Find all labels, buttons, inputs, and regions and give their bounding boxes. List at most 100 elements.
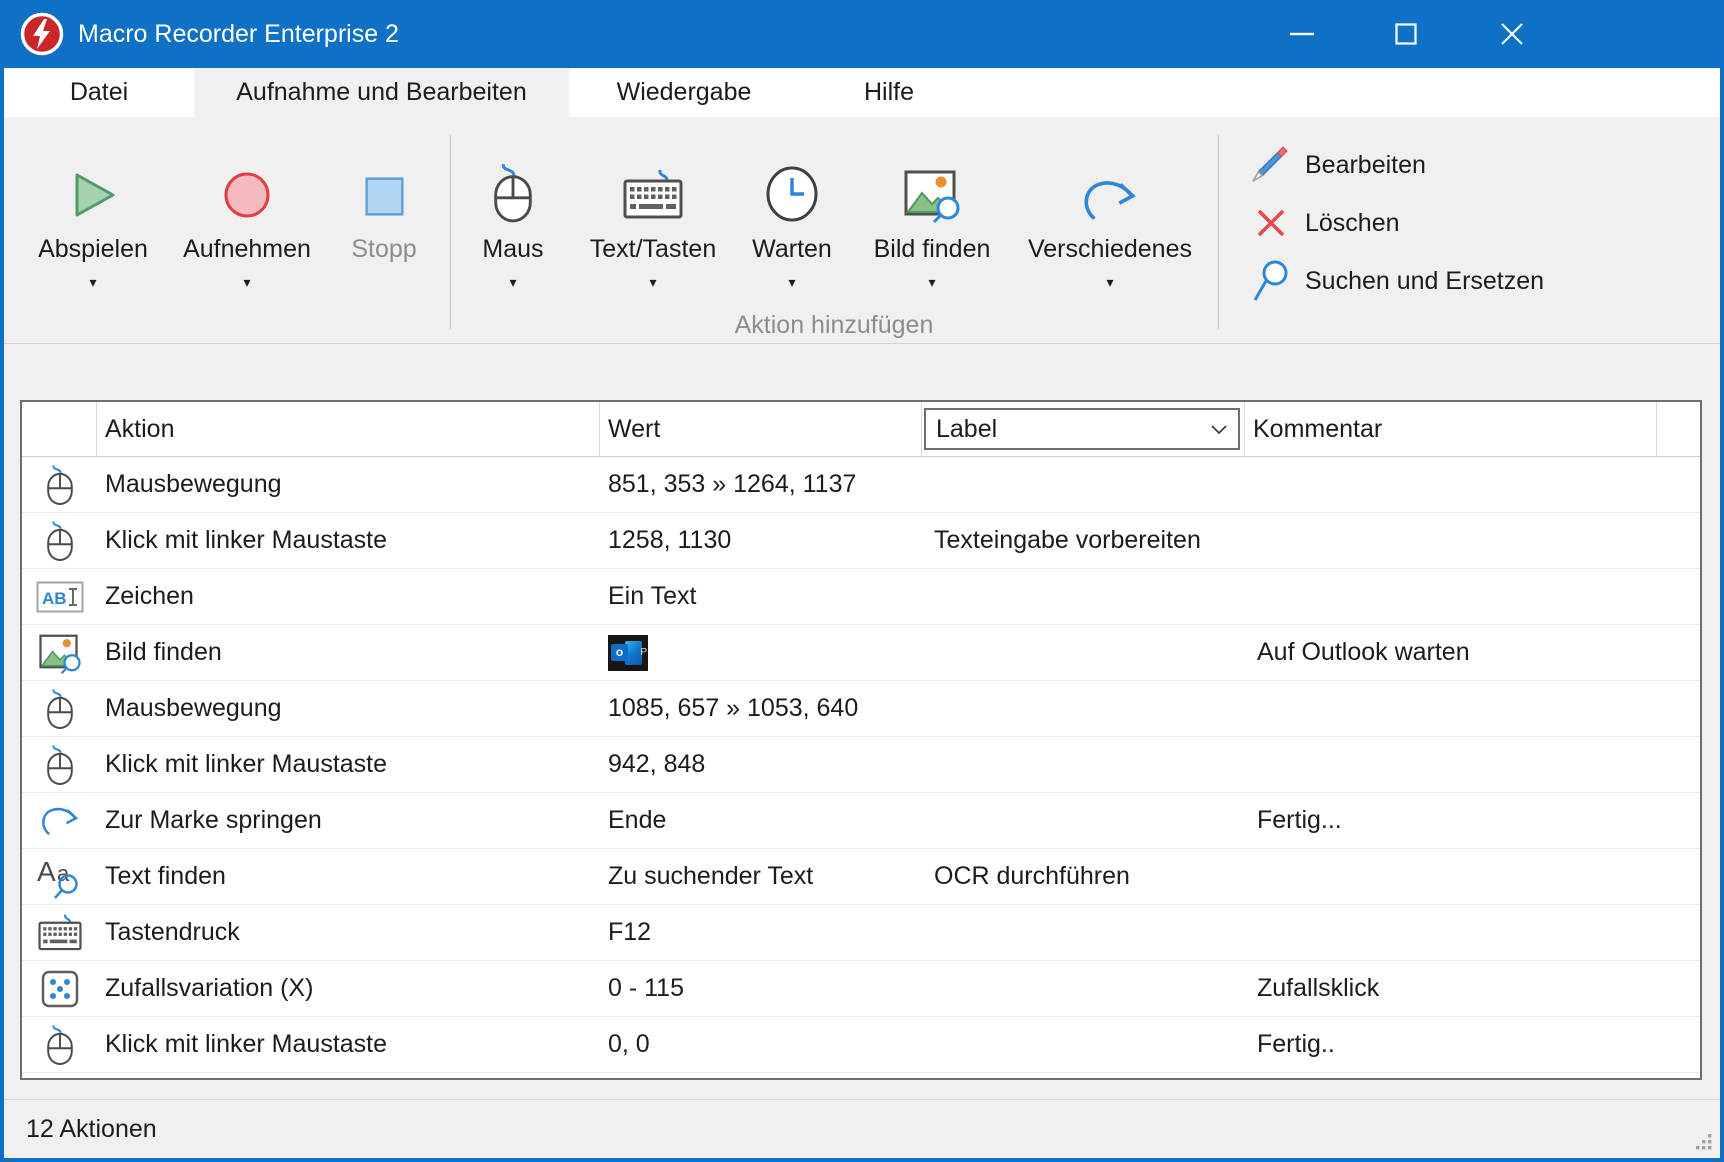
statusbar: 12 Aktionen bbox=[4, 1099, 1720, 1158]
record-button[interactable]: Aufnehmen ▾ bbox=[167, 131, 327, 289]
mouse-icon bbox=[43, 520, 77, 562]
ribbon-group-caption: Aktion hinzufügen bbox=[450, 311, 1218, 340]
record-icon bbox=[219, 131, 275, 223]
extra-cell bbox=[1657, 737, 1700, 792]
ribbon-divider bbox=[1218, 135, 1219, 329]
keyboard-icon bbox=[622, 131, 684, 223]
mouse-icon bbox=[43, 744, 77, 786]
tab-wiedergabe[interactable]: Wiedergabe bbox=[569, 68, 799, 117]
play-icon bbox=[65, 131, 121, 223]
table-row[interactable]: Bild finden o P Auf Outlook warten bbox=[22, 625, 1700, 681]
table-row[interactable]: Tastendruck F12 bbox=[22, 905, 1700, 961]
find-text-icon: A a bbox=[37, 855, 83, 899]
table-row[interactable]: AB Zeichen Ein Text bbox=[22, 569, 1700, 625]
table-row[interactable]: Klick mit linker Maustaste 0, 0 Fertig.. bbox=[22, 1017, 1700, 1073]
close-icon bbox=[1500, 22, 1524, 46]
action-cell: Mausbewegung bbox=[97, 681, 600, 736]
chevron-down-icon bbox=[1210, 424, 1228, 435]
action-cell: Text finden bbox=[97, 849, 600, 904]
dropdown-arrow-icon: ▾ bbox=[89, 275, 96, 289]
mouse-icon bbox=[488, 131, 538, 223]
action-cell: Zufallsvariation (X) bbox=[97, 961, 600, 1016]
edit-button[interactable]: Bearbeiten bbox=[1250, 143, 1426, 187]
window-title: Macro Recorder Enterprise 2 bbox=[78, 20, 399, 49]
action-icon-cell: A a bbox=[22, 849, 97, 904]
svg-text:A: A bbox=[37, 856, 56, 887]
value-cell: F12 bbox=[600, 905, 922, 960]
action-icon-cell bbox=[22, 513, 97, 568]
mouse-icon bbox=[43, 1024, 77, 1066]
mouse-action-button[interactable]: Maus ▾ bbox=[453, 131, 573, 289]
tab-datei[interactable]: Datei bbox=[4, 68, 194, 117]
comment-cell: Fertig... bbox=[1245, 793, 1657, 848]
app-logo-icon bbox=[20, 12, 64, 56]
find-image-action-button[interactable]: Bild finden ▾ bbox=[847, 131, 1017, 289]
close-button[interactable] bbox=[1460, 0, 1564, 68]
extra-cell bbox=[1657, 457, 1700, 512]
resize-grip[interactable] bbox=[1694, 1132, 1714, 1152]
action-icon-cell bbox=[22, 737, 97, 792]
label-cell bbox=[922, 737, 1245, 792]
jump-to-label-icon bbox=[40, 805, 80, 837]
mouse-icon bbox=[43, 688, 77, 730]
dropdown-arrow-icon: ▾ bbox=[509, 275, 516, 289]
label-cell: OCR durchführen bbox=[922, 849, 1245, 904]
maximize-icon bbox=[1395, 23, 1417, 45]
label-filter-dropdown[interactable]: Label bbox=[924, 408, 1240, 450]
table-row[interactable]: Klick mit linker Maustaste 942, 848 bbox=[22, 737, 1700, 793]
tab-hilfe[interactable]: Hilfe bbox=[799, 68, 979, 117]
macro-actions-table: Aktion Wert Label Kommentar Mausbewegung… bbox=[20, 400, 1702, 1080]
delete-button[interactable]: Löschen bbox=[1250, 201, 1400, 245]
table-row[interactable]: Mausbewegung 1085, 657 » 1053, 640 bbox=[22, 681, 1700, 737]
table-row[interactable]: A a Text finden Zu suchender Text OCR du… bbox=[22, 849, 1700, 905]
table-row[interactable]: Mausbewegung 851, 353 » 1264, 1137 bbox=[22, 457, 1700, 513]
action-icon-cell bbox=[22, 457, 97, 512]
column-header-wert: Wert bbox=[600, 402, 922, 456]
pencil-icon bbox=[1250, 144, 1292, 186]
action-cell: Mausbewegung bbox=[97, 457, 600, 512]
table-row[interactable]: Zufallsvariation (X) 0 - 115 Zufallsklic… bbox=[22, 961, 1700, 1017]
comment-cell bbox=[1245, 681, 1657, 736]
dropdown-arrow-icon: ▾ bbox=[788, 275, 795, 289]
extra-cell bbox=[1657, 849, 1700, 904]
svg-text:AB: AB bbox=[42, 589, 67, 608]
comment-cell bbox=[1245, 849, 1657, 904]
label-cell bbox=[922, 961, 1245, 1016]
image-search-icon bbox=[903, 131, 961, 223]
action-cell: Klick mit linker Maustaste bbox=[97, 513, 600, 568]
tab-aufnahme-und-bearbeiten[interactable]: Aufnahme und Bearbeiten bbox=[194, 68, 569, 117]
comment-cell: Auf Outlook warten bbox=[1245, 625, 1657, 680]
label-cell: Texteingabe vorbereiten bbox=[922, 513, 1245, 568]
wait-action-button[interactable]: Warten ▾ bbox=[722, 131, 862, 289]
comment-cell bbox=[1245, 569, 1657, 624]
table-row[interactable]: Klick mit linker Maustaste 1258, 1130 Te… bbox=[22, 513, 1700, 569]
value-cell: Zu suchender Text bbox=[600, 849, 922, 904]
value-cell: 0, 0 bbox=[600, 1017, 922, 1072]
table-row[interactable]: Zur Marke springen Ende Fertig... bbox=[22, 793, 1700, 849]
text-keys-action-button[interactable]: Text/Tasten ▾ bbox=[563, 131, 743, 289]
search-replace-button[interactable]: Suchen und Ersetzen bbox=[1250, 259, 1544, 303]
comment-cell: Zufallsklick bbox=[1245, 961, 1657, 1016]
dropdown-arrow-icon: ▾ bbox=[243, 275, 250, 289]
delete-x-icon bbox=[1250, 206, 1292, 240]
comment-cell bbox=[1245, 513, 1657, 568]
character-input-icon: AB bbox=[36, 581, 84, 613]
label-cell bbox=[922, 625, 1245, 680]
stop-icon bbox=[357, 131, 411, 223]
action-count: 12 Aktionen bbox=[26, 1115, 157, 1144]
action-icon-cell bbox=[22, 1017, 97, 1072]
action-icon-cell bbox=[22, 625, 97, 680]
column-header-aktion: Aktion bbox=[97, 402, 600, 456]
stop-button[interactable]: Stopp bbox=[329, 131, 439, 264]
table-header-row: Aktion Wert Label Kommentar bbox=[22, 402, 1700, 457]
redo-arrow-icon bbox=[1082, 131, 1138, 223]
misc-action-button[interactable]: Verschiedenes ▾ bbox=[1010, 131, 1210, 289]
action-icon-cell bbox=[22, 961, 97, 1016]
column-header-label: Label bbox=[922, 402, 1245, 456]
minimize-button[interactable] bbox=[1250, 0, 1354, 68]
comment-cell bbox=[1245, 905, 1657, 960]
action-icon-cell bbox=[22, 905, 97, 960]
action-icon-cell bbox=[22, 793, 97, 848]
play-button[interactable]: Abspielen ▾ bbox=[18, 131, 168, 289]
maximize-button[interactable] bbox=[1354, 0, 1458, 68]
